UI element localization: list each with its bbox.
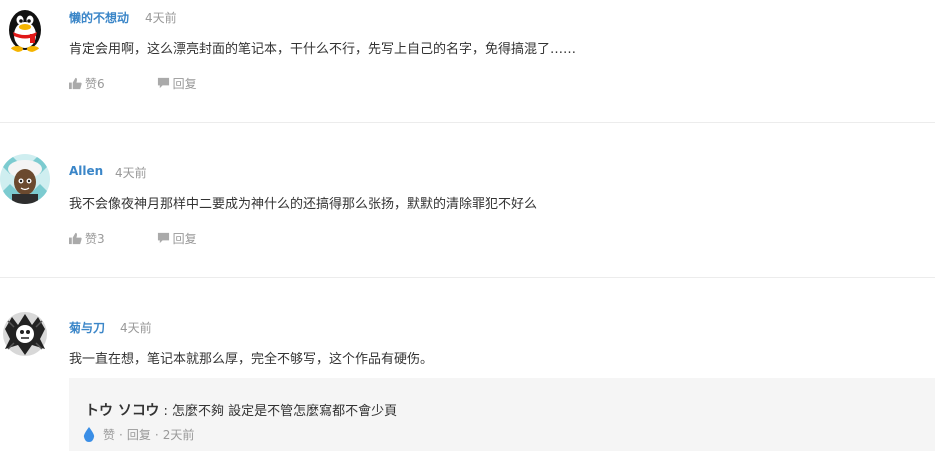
reply-time: 2天前 (162, 428, 195, 442)
reply-button[interactable]: 回复 (157, 230, 197, 247)
reply-author[interactable]: トウ ソコウ (85, 403, 159, 419)
comment-bubble-icon (157, 232, 169, 244)
thumbs-up-icon (69, 77, 82, 90)
water-drop-icon (83, 427, 95, 442)
meta-separator: · (119, 427, 123, 442)
like-count: 赞3 (85, 232, 105, 246)
meta-separator: · (154, 427, 159, 442)
comment-time: 4天前 (120, 321, 152, 335)
comment-content: 我不会像夜神月那样中二要成为神什么的还搞得那么张扬，默默的清除罪犯不好么 (69, 197, 538, 212)
comment-username[interactable]: 懒的不想动 (69, 9, 129, 26)
comment-time: 4天前 (145, 11, 177, 25)
comment-username[interactable]: Allen (69, 164, 103, 178)
anime-character-avatar-icon[interactable] (0, 154, 50, 204)
comment-content: 我一直在想，笔记本就那么厚，完全不够写，这个作品有硬伤。 (69, 352, 434, 367)
qq-penguin-avatar-icon[interactable] (0, 3, 50, 53)
reply-reply-button[interactable]: 回复 (127, 426, 151, 443)
comment-actions: 赞6 回复 (69, 75, 197, 92)
reply-separator: : (159, 404, 172, 419)
monochrome-art-avatar-icon[interactable] (0, 309, 50, 359)
reply-button[interactable]: 回复 (157, 75, 197, 92)
reply-label: 回复 (172, 232, 197, 246)
comment-item: Allen 4天前 我不会像夜神月那样中二要成为神什么的还搞得那么张扬，默默的清… (0, 123, 935, 277)
reply-like-button[interactable]: 赞 (103, 426, 115, 443)
comment-content: 肯定会用啊，这么漂亮封面的笔记本，干什么不行，先写上自己的名字，免得搞混了…… (69, 42, 577, 57)
like-button[interactable]: 赞3 (69, 230, 105, 247)
like-count: 赞6 (85, 77, 105, 91)
reply-label: 回复 (172, 77, 197, 91)
comment-username[interactable]: 菊与刀 (69, 319, 105, 336)
thumbs-up-icon (69, 232, 82, 245)
comment-item: 懒的不想动 4天前 肯定会用啊，这么漂亮封面的笔记本，干什么不行，先写上自己的名… (0, 0, 935, 122)
comment-time: 4天前 (115, 166, 147, 180)
reply-box: トウ ソコウ : 怎麼不夠 設定是不管怎麼寫都不會少頁 赞 · 回复 · 2天前 (69, 378, 935, 451)
comment-bubble-icon (157, 77, 169, 89)
like-button[interactable]: 赞6 (69, 75, 105, 92)
comment-actions: 赞3 回复 (69, 230, 197, 247)
reply-meta: 赞 · 回复 · 2天前 (83, 426, 194, 443)
reply-line: トウ ソコウ : 怎麼不夠 設定是不管怎麼寫都不會少頁 (85, 400, 397, 420)
reply-text: 怎麼不夠 設定是不管怎麼寫都不會少頁 (171, 404, 398, 419)
